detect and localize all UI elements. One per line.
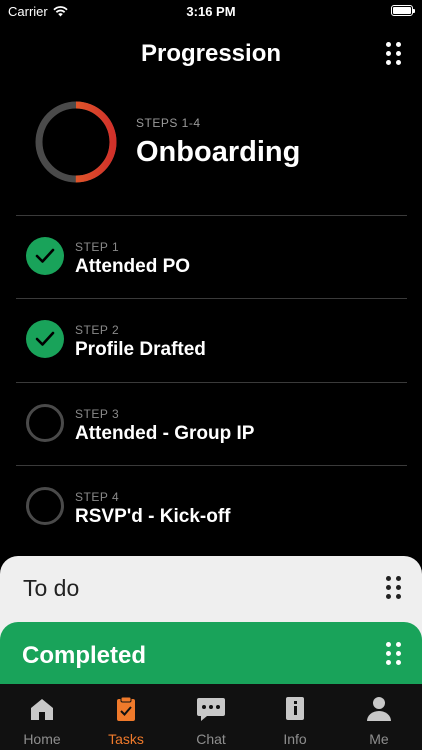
step-name: Attended - Group IP — [75, 423, 255, 444]
book-icon — [286, 697, 304, 720]
tab-label: Tasks — [108, 731, 144, 747]
step-name: Attended PO — [75, 256, 191, 277]
progress-ring — [35, 101, 117, 183]
step-row-3[interactable]: STEP 3 Attended - Group IP — [16, 383, 407, 466]
tab-info[interactable]: Info — [253, 684, 337, 750]
tab-tasks[interactable]: Tasks — [84, 684, 168, 750]
clipboard-icon — [117, 696, 135, 721]
tab-me[interactable]: Me — [337, 684, 421, 750]
tab-label: Home — [23, 731, 61, 747]
tab-chat[interactable]: Chat — [169, 684, 253, 750]
tab-label: Info — [283, 731, 307, 747]
step-2-status-icon — [26, 320, 64, 358]
status-time: 3:16 PM — [186, 4, 236, 19]
overview-subtitle: STEPS 1-4 — [136, 116, 201, 130]
tab-label: Chat — [196, 731, 226, 747]
tab-label: Me — [369, 731, 389, 747]
step-number: STEP 3 — [75, 407, 120, 421]
checkmark-icon — [35, 331, 55, 346]
step-row-2[interactable]: STEP 2 Profile Drafted — [16, 299, 407, 382]
step-name: RSVP'd - Kick-off — [75, 506, 231, 527]
tab-home[interactable]: Home — [0, 684, 84, 750]
completed-card-title: Completed — [22, 642, 147, 669]
step-4-status-icon — [26, 487, 64, 525]
completed-card[interactable]: Completed — [0, 622, 422, 688]
step-number: STEP 4 — [75, 490, 120, 504]
home-icon — [31, 699, 53, 720]
chat-icon — [197, 698, 225, 721]
status-bar: Carrier 3:16 PM — [0, 0, 422, 22]
grid-dots-icon[interactable] — [386, 576, 402, 600]
step-3-status-icon — [26, 404, 64, 442]
battery-icon — [391, 5, 415, 16]
step-1-status-icon — [26, 237, 64, 275]
step-row-4[interactable]: STEP 4 RSVP'd - Kick-off — [16, 466, 407, 549]
step-row-1[interactable]: STEP 1 Attended PO — [16, 216, 407, 299]
page-title: Progression — [140, 40, 282, 67]
checkmark-icon — [35, 248, 55, 263]
step-number: STEP 1 — [75, 240, 120, 254]
overview-title: Onboarding — [136, 136, 301, 168]
step-name: Profile Drafted — [75, 339, 206, 360]
person-icon — [367, 697, 391, 721]
grid-dots-icon[interactable] — [386, 42, 402, 66]
step-number: STEP 2 — [75, 323, 120, 337]
tab-bar: Home Tasks Chat Info Me — [0, 684, 422, 750]
todo-card-title: To do — [23, 575, 80, 601]
grid-dots-icon[interactable] — [386, 642, 402, 666]
